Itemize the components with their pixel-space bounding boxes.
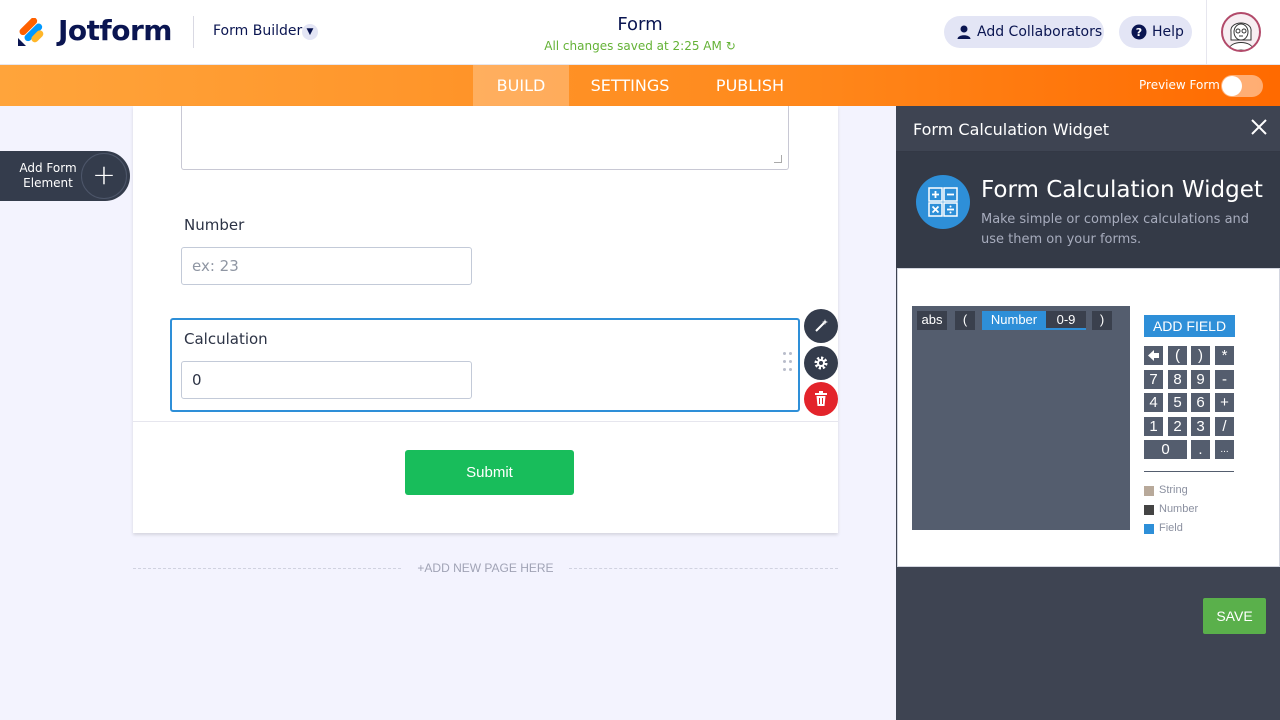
key-close-paren[interactable]: )	[1191, 346, 1210, 365]
save-button[interactable]: SAVE	[1203, 598, 1266, 634]
key-backspace[interactable]	[1144, 346, 1163, 365]
magic-wand-icon	[815, 319, 828, 332]
user-icon	[957, 25, 971, 39]
drag-handle-icon[interactable]	[783, 352, 795, 374]
add-field-button[interactable]: ADD FIELD	[1144, 315, 1235, 337]
add-collaborators-label: Add Collaborators	[977, 24, 1103, 40]
add-form-element-button[interactable]: Add Form Element +	[0, 151, 130, 201]
tab-publish[interactable]: PUBLISH	[700, 65, 800, 106]
calculator-icon	[916, 175, 970, 229]
key-9[interactable]: 9	[1191, 370, 1210, 389]
number-label: Number	[184, 216, 245, 234]
builder-nav-bar: BUILD SETTINGS PUBLISH Preview Form	[0, 65, 1280, 106]
key-minus[interactable]: -	[1215, 370, 1234, 389]
token-number-field[interactable]: Number	[982, 311, 1046, 330]
calculation-label: Calculation	[184, 330, 268, 348]
formula-editor[interactable]: abs ( Number 0-9 )	[912, 306, 1130, 530]
long-text-field[interactable]	[181, 106, 789, 170]
avatar[interactable]	[1221, 12, 1261, 52]
close-icon[interactable]	[1248, 116, 1270, 138]
key-5[interactable]: 5	[1168, 393, 1187, 412]
widget-info: Form Calculation Widget Make simple or c…	[896, 152, 1280, 268]
legend-string-swatch	[1144, 486, 1154, 496]
key-8[interactable]: 8	[1168, 370, 1187, 389]
legend-number: Number	[1144, 503, 1198, 515]
toggle-knob	[1222, 76, 1242, 96]
widget-name: Form Calculation Widget	[981, 177, 1263, 203]
header-divider-right	[1206, 0, 1207, 65]
token-close-paren[interactable]: )	[1092, 311, 1112, 330]
calculation-input[interactable]: 0	[181, 361, 472, 399]
top-header: Jotform Form Builder ▼ Form All changes …	[0, 0, 1280, 65]
svg-text:?: ?	[1136, 26, 1142, 39]
number-input[interactable]: ex: 23	[181, 247, 472, 285]
wand-button[interactable]	[804, 309, 838, 343]
save-status-text: All changes saved at 2:25 AM	[544, 39, 722, 53]
key-1[interactable]: 1	[1144, 417, 1163, 436]
add-new-page[interactable]: +ADD NEW PAGE HERE	[133, 561, 838, 575]
keypad-divider	[1144, 471, 1234, 472]
tab-build[interactable]: BUILD	[473, 65, 569, 106]
key-6[interactable]: 6	[1191, 393, 1210, 412]
legend-number-label: Number	[1159, 503, 1199, 515]
key-open-paren[interactable]: (	[1168, 346, 1187, 365]
key-2[interactable]: 2	[1168, 417, 1187, 436]
legend-string-label: String	[1159, 484, 1188, 496]
key-7[interactable]: 7	[1144, 370, 1163, 389]
key-decimal[interactable]: .	[1191, 440, 1210, 459]
legend-field-label: Field	[1159, 522, 1183, 534]
key-divide[interactable]: /	[1215, 417, 1234, 436]
key-plus[interactable]: +	[1215, 393, 1234, 412]
preview-form-toggle[interactable]	[1221, 75, 1263, 97]
panel-title: Form Calculation Widget	[913, 120, 1110, 139]
key-4[interactable]: 4	[1144, 393, 1163, 412]
resize-handle-icon[interactable]	[774, 155, 782, 163]
legend-string: String	[1144, 484, 1188, 496]
token-number-range[interactable]: 0-9	[1046, 311, 1086, 330]
calculation-editor-area: abs ( Number 0-9 ) ADD FIELD ( ) * 7 8 9…	[897, 268, 1280, 567]
widget-description: Make simple or complex calculations and …	[981, 212, 1250, 247]
key-multiply[interactable]: *	[1215, 346, 1234, 365]
add-new-page-label[interactable]: +ADD NEW PAGE HERE	[133, 561, 838, 575]
form-canvas: Number ex: 23 Calculation 0 Submit	[133, 106, 838, 533]
properties-button[interactable]	[804, 346, 838, 380]
legend-number-swatch	[1144, 505, 1154, 515]
key-0[interactable]: 0	[1144, 440, 1187, 459]
help-label: Help	[1152, 24, 1184, 40]
trash-icon	[815, 391, 827, 406]
panel-header: Form Calculation Widget	[896, 106, 1280, 152]
question-icon: ?	[1131, 24, 1147, 40]
preview-form-label: Preview Form	[1139, 78, 1220, 92]
key-more[interactable]: ...	[1215, 440, 1234, 459]
tab-settings[interactable]: SETTINGS	[580, 65, 680, 106]
token-abs[interactable]: abs	[917, 311, 947, 330]
plus-icon[interactable]: +	[81, 153, 127, 199]
avatar-icon	[1228, 22, 1254, 50]
arrow-left-icon	[1148, 350, 1159, 361]
delete-button[interactable]	[804, 382, 838, 416]
add-collaborators-button[interactable]: Add Collaborators	[944, 16, 1104, 48]
widget-settings-panel: Form Calculation Widget Form Calculation…	[896, 106, 1280, 720]
key-3[interactable]: 3	[1191, 417, 1210, 436]
token-open-paren[interactable]: (	[955, 311, 975, 330]
calculator-glyph	[928, 187, 958, 217]
add-form-element-label: Add Form Element	[19, 161, 77, 190]
submit-button[interactable]: Submit	[405, 450, 574, 495]
refresh-icon: ↻	[725, 39, 736, 53]
form-divider	[133, 421, 838, 422]
gear-icon	[814, 356, 828, 370]
help-button[interactable]: ? Help	[1119, 16, 1192, 48]
legend-field-swatch	[1144, 524, 1154, 534]
legend-field: Field	[1144, 522, 1183, 534]
